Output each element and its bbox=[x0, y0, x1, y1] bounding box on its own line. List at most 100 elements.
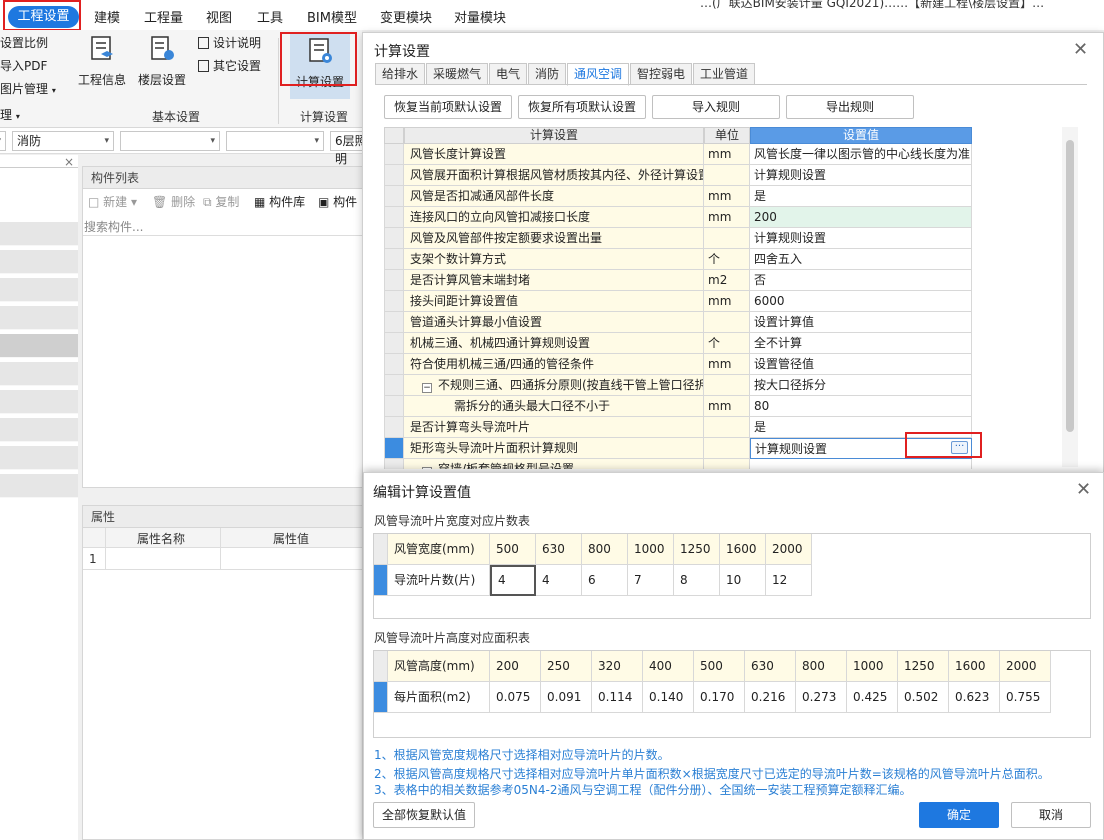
table-value-cell[interactable]: 4 bbox=[490, 565, 536, 596]
project-info-button[interactable]: 工程信息 bbox=[76, 34, 128, 88]
table-value-cell[interactable]: 0.170 bbox=[694, 682, 745, 713]
filter-dropdown-4[interactable]: ▾ bbox=[226, 131, 324, 151]
import-rules-button[interactable]: 导入规则 bbox=[652, 95, 780, 119]
nav-row[interactable] bbox=[0, 250, 78, 274]
nav-row[interactable] bbox=[0, 418, 78, 442]
settings-row[interactable]: − 不规则三通、四通拆分原则(按直线干管上管口径拆分) 按大口径拆分 bbox=[384, 375, 974, 396]
settings-row-value[interactable]: 计算规则设置 bbox=[750, 165, 972, 186]
table-value-cell[interactable]: 12 bbox=[766, 565, 812, 596]
nav-row[interactable] bbox=[0, 306, 78, 330]
table-value-cell[interactable]: 7 bbox=[628, 565, 674, 596]
export-rules-button[interactable]: 导出规则 bbox=[786, 95, 914, 119]
settings-row[interactable]: 是否计算风管末端封堵 m2 否 bbox=[384, 270, 974, 291]
settings-row[interactable]: 机械三通、机械四通计算规则设置 个全不计算 bbox=[384, 333, 974, 354]
table-value-cell[interactable]: 0.075 bbox=[490, 682, 541, 713]
settings-row-value[interactable]: 80 bbox=[750, 396, 972, 417]
nav-row[interactable] bbox=[0, 278, 78, 302]
settings-row[interactable]: 管道通头计算最小值设置 设置计算值 bbox=[384, 312, 974, 333]
menu-quantity[interactable]: 工程量 bbox=[144, 7, 183, 26]
component-library-button[interactable]: ▦ 构件库 bbox=[254, 193, 305, 210]
tab-heating-gas[interactable]: 采暖燃气 bbox=[426, 63, 488, 85]
settings-row-value[interactable]: 按大口径拆分 bbox=[750, 375, 972, 396]
settings-row[interactable]: − 穿墙/板套管规格型号设置 bbox=[384, 459, 974, 469]
table-value-cell[interactable]: 0.623 bbox=[949, 682, 1000, 713]
menu-modeling[interactable]: 建模 bbox=[94, 7, 120, 26]
nav-row[interactable] bbox=[0, 390, 78, 414]
tab-hvac[interactable]: 通风空调 bbox=[567, 63, 629, 86]
table-value-cell[interactable]: 0.216 bbox=[745, 682, 796, 713]
settings-row-value[interactable]: 全不计算 bbox=[750, 333, 972, 354]
menu-project-settings[interactable]: 工程设置 bbox=[8, 6, 79, 28]
settings-row[interactable]: 需拆分的通头最大口径不小于 mm 80 bbox=[384, 396, 974, 417]
settings-row[interactable]: 风管展开面积计算根据风管材质按其内径、外径计算设置 计算规则设置 bbox=[384, 165, 974, 186]
tab-industrial-pipe[interactable]: 工业管道 bbox=[693, 63, 755, 85]
menu-bim-model[interactable]: BIM模型 bbox=[307, 7, 357, 26]
settings-row-value[interactable]: 设置管径值 bbox=[750, 354, 972, 375]
settings-row-value[interactable]: 设置计算值 bbox=[750, 312, 972, 333]
nav-row-selected[interactable] bbox=[0, 334, 78, 358]
calc-settings-button[interactable]: 计算设置 bbox=[292, 36, 348, 90]
import-pdf-button[interactable]: 导入PDF bbox=[0, 57, 47, 74]
table-value-cell[interactable]: 8 bbox=[674, 565, 720, 596]
component-search-input[interactable]: 搜索构件... bbox=[84, 218, 143, 235]
collapse-icon[interactable]: − bbox=[422, 383, 432, 393]
calc-dialog-close-icon[interactable]: ✕ bbox=[1073, 41, 1088, 59]
nav-row[interactable] bbox=[0, 362, 78, 386]
settings-row-value[interactable]: 四舍五入 bbox=[750, 249, 972, 270]
table-value-cell[interactable]: 10 bbox=[720, 565, 766, 596]
settings-row-value[interactable]: 计算规则设置 bbox=[750, 438, 972, 459]
tab-electrical[interactable]: 电气 bbox=[489, 63, 527, 85]
settings-row[interactable]: 支架个数计算方式 个四舍五入 bbox=[384, 249, 974, 270]
table-value-cell[interactable]: 0.502 bbox=[898, 682, 949, 713]
settings-row[interactable]: 矩形弯头导流叶片面积计算规则 计算规则设置 bbox=[384, 438, 974, 459]
image-manage-button[interactable]: 图片管理 ▾ bbox=[0, 80, 56, 97]
floor-settings-button[interactable]: 楼层设置 bbox=[136, 34, 188, 88]
settings-row-value[interactable] bbox=[750, 459, 972, 469]
table-value-cell[interactable]: 0.140 bbox=[643, 682, 694, 713]
nav-row[interactable] bbox=[0, 474, 78, 498]
settings-row[interactable]: 风管及风管部件按定额要求设置出量 计算规则设置 bbox=[384, 228, 974, 249]
settings-row-value[interactable]: 风管长度一律以图示管的中心线长度为准 bbox=[750, 144, 972, 165]
grid-scrollbar-thumb[interactable] bbox=[1066, 140, 1074, 432]
new-component-button[interactable]: □ 新建 ▾ bbox=[88, 193, 137, 210]
settings-row-value[interactable]: 6000 bbox=[750, 291, 972, 312]
table-value-cell[interactable]: 6 bbox=[582, 565, 628, 596]
set-scale-button[interactable]: 设置比例 bbox=[0, 34, 48, 51]
other-settings-button[interactable]: 其它设置 bbox=[198, 57, 261, 74]
table-value-cell[interactable]: 0.114 bbox=[592, 682, 643, 713]
restore-all-defaults-button[interactable]: 全部恢复默认值 bbox=[373, 802, 475, 828]
nav-row[interactable] bbox=[0, 446, 78, 470]
settings-row-value[interactable]: 是 bbox=[750, 417, 972, 438]
tab-low-voltage[interactable]: 智控弱电 bbox=[630, 63, 692, 85]
settings-row-value[interactable]: 是 bbox=[750, 186, 972, 207]
table-value-cell[interactable]: 0.273 bbox=[796, 682, 847, 713]
cancel-button[interactable]: 取消 bbox=[1011, 802, 1091, 828]
edit-dialog-close-icon[interactable]: ✕ bbox=[1076, 481, 1091, 499]
settings-row[interactable]: 是否计算弯头导流叶片 是 bbox=[384, 417, 974, 438]
nav-row[interactable] bbox=[0, 222, 78, 246]
settings-row-value[interactable]: 否 bbox=[750, 270, 972, 291]
settings-row-value[interactable]: 200 bbox=[750, 207, 972, 228]
ok-button[interactable]: 确定 bbox=[919, 802, 999, 828]
settings-row-value[interactable]: 计算规则设置 bbox=[750, 228, 972, 249]
collapse-icon[interactable]: − bbox=[422, 467, 432, 469]
tab-water-supply[interactable]: 给排水 bbox=[375, 63, 425, 85]
filter-dropdown-3[interactable]: ▾ bbox=[120, 131, 220, 151]
restore-current-default-button[interactable]: 恢复当前项默认设置 bbox=[384, 95, 512, 119]
filter-dropdown-1[interactable]: ▾ bbox=[0, 131, 6, 151]
restore-all-default-button[interactable]: 恢复所有项默认设置 bbox=[518, 95, 646, 119]
table-value-cell[interactable]: 4 bbox=[536, 565, 582, 596]
menu-reconcile-module[interactable]: 对量模块 bbox=[454, 7, 506, 26]
settings-row[interactable]: 符合使用机械三通/四通的管径条件 mm 设置管径值 bbox=[384, 354, 974, 375]
copy-component-button[interactable]: ⧉ 复制 bbox=[203, 193, 239, 210]
component-button[interactable]: ▣ 构件 bbox=[318, 193, 357, 210]
design-notes-button[interactable]: 设计说明 bbox=[198, 34, 261, 51]
settings-row[interactable]: 接头间距计算设置值 mm 6000 bbox=[384, 291, 974, 312]
settings-row[interactable]: 风管长度计算设置 mm 风管长度一律以图示管的中心线长度为准 bbox=[384, 144, 974, 165]
ellipsis-edit-icon[interactable]: ··· bbox=[951, 441, 968, 454]
settings-row[interactable]: 风管是否扣减通风部件长度 mm 是 bbox=[384, 186, 974, 207]
table-value-cell[interactable]: 0.091 bbox=[541, 682, 592, 713]
menu-view[interactable]: 视图 bbox=[206, 7, 232, 26]
menu-change-module[interactable]: 变更模块 bbox=[380, 7, 432, 26]
menu-tools[interactable]: 工具 bbox=[257, 7, 283, 26]
